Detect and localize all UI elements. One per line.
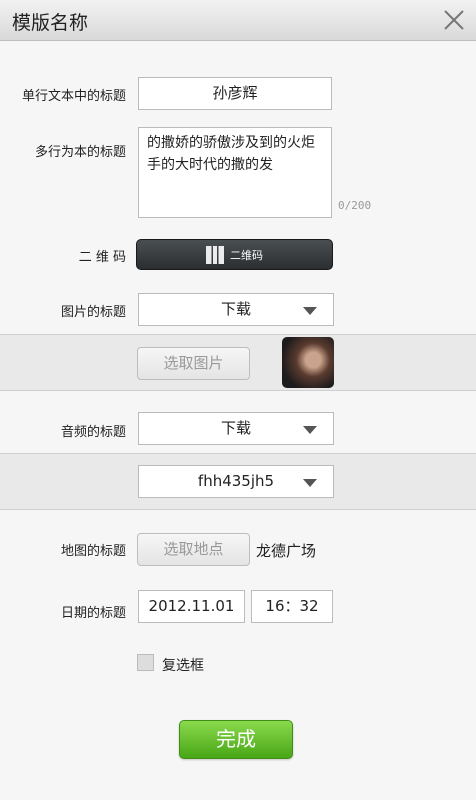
close-icon[interactable] <box>440 6 468 34</box>
audio-second-select-value: fhh435jh5 <box>197 472 275 490</box>
date-label: 日期的标题 <box>60 606 126 621</box>
qrcode-button-label: 二维码 <box>230 248 263 262</box>
select-image-button[interactable]: 选取图片 <box>137 347 250 380</box>
image-label: 图片的标题 <box>60 305 126 320</box>
checkbox[interactable] <box>137 654 154 671</box>
audio-select-value: 下载 <box>220 419 251 437</box>
audio-label: 音频的标题 <box>60 425 126 440</box>
dropdown-arrow-icon <box>303 426 317 434</box>
page-title: 模版名称 <box>12 12 89 34</box>
done-button[interactable]: 完成 <box>179 720 293 759</box>
date-input[interactable]: 2012.11.01 <box>138 590 245 623</box>
multi-line-label: 多行为本的标题 <box>34 145 126 160</box>
location-text: 龙德广场 <box>256 542 317 560</box>
title-bar: 模版名称 <box>0 0 476 41</box>
select-location-button[interactable]: 选取地点 <box>137 533 250 566</box>
map-label: 地图的标题 <box>60 544 126 559</box>
qrcode-label: 二 维 码 <box>78 250 126 265</box>
checkbox-label: 复选框 <box>162 658 204 674</box>
image-thumbnail[interactable] <box>282 337 334 388</box>
character-counter: 0/200 <box>338 199 372 212</box>
multi-line-textarea[interactable]: 的撒娇的骄傲涉及到的火炬手的大时代的撒的发 <box>138 127 332 218</box>
time-input[interactable]: 16：32 <box>251 590 333 623</box>
single-line-input[interactable]: 孙彦辉 <box>138 77 332 110</box>
qrcode-button[interactable]: 二维码 <box>136 239 333 270</box>
audio-select[interactable]: 下载 <box>138 412 334 445</box>
image-select-value: 下载 <box>220 300 251 318</box>
audio-second-select[interactable]: fhh435jh5 <box>138 465 334 498</box>
image-select[interactable]: 下载 <box>138 293 334 326</box>
dropdown-arrow-icon <box>303 479 317 487</box>
dropdown-arrow-icon <box>303 307 317 315</box>
single-line-label: 单行文本中的标题 <box>21 89 126 104</box>
qr-code-icon <box>206 245 224 264</box>
